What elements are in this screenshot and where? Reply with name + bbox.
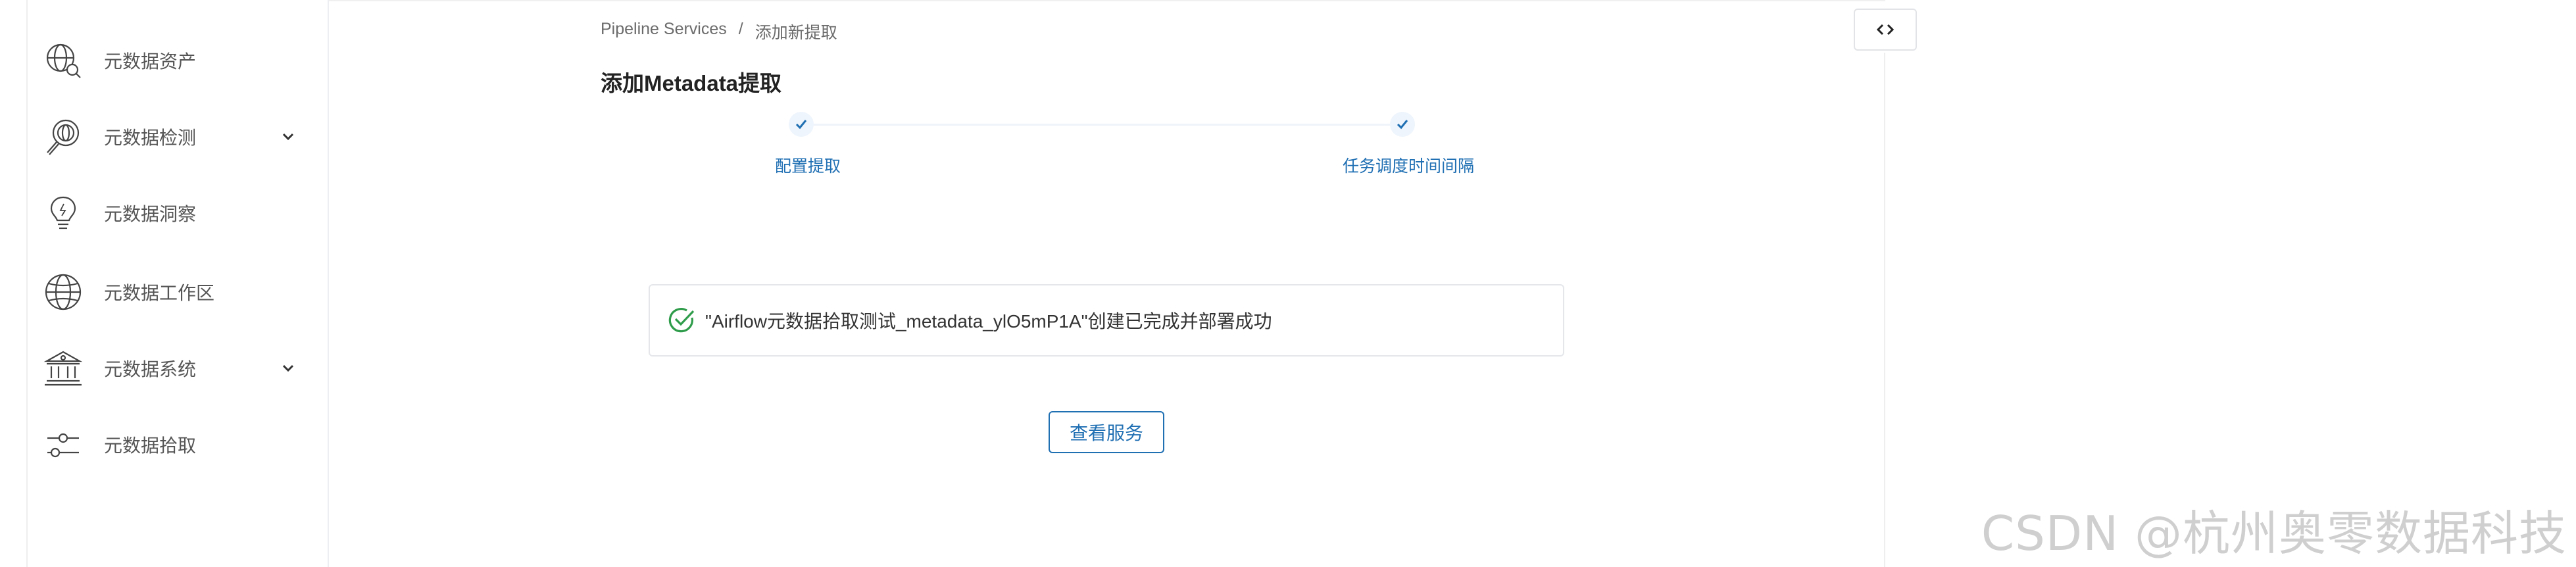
right-panel-divider (1884, 53, 1885, 567)
step-1-label: 配置提取 (775, 157, 841, 176)
step-2-label: 任务调度时间间隔 (1343, 157, 1475, 176)
sliders-icon (42, 424, 84, 466)
check-circle-icon (668, 308, 695, 333)
chevron-down-icon[interactable] (278, 126, 299, 147)
sidebar-item-label: 元数据检测 (104, 128, 197, 148)
sidebar-item-metadata-assets[interactable]: 元数据资产 (42, 34, 318, 87)
sidebar: 元数据资产 元数据检测 元数据洞察 元数据工作区 元数据系统 元数据拾取 (28, 0, 329, 567)
success-message: "Airflow元数据拾取测试_metadata_ylO5mP1A"创建已完成并… (705, 311, 1272, 332)
sidebar-item-label: 元数据拾取 (104, 435, 197, 456)
code-toggle-button[interactable] (1854, 9, 1917, 51)
magnifier-globe-icon (42, 116, 84, 158)
breadcrumb: Pipeline Services / 添加新提取 (601, 20, 837, 43)
stepper-connector (804, 124, 1402, 126)
top-divider (329, 0, 1885, 1)
bank-building-icon (42, 347, 84, 389)
breadcrumb-link-pipeline-services[interactable]: Pipeline Services (601, 20, 727, 43)
page-title: 添加Metadata提取 (601, 71, 782, 95)
step-1-check-icon (789, 112, 814, 137)
lightbulb-icon (42, 192, 84, 234)
code-icon (1876, 24, 1895, 36)
sidebar-item-metadata-insights[interactable]: 元数据洞察 (42, 187, 318, 239)
breadcrumb-current: 添加新提取 (755, 24, 837, 42)
sidebar-item-metadata-ingestion[interactable]: 元数据拾取 (42, 418, 318, 471)
sidebar-item-label: 元数据系统 (104, 359, 197, 380)
sidebar-item-metadata-detection[interactable]: 元数据检测 (42, 111, 318, 163)
sidebar-item-metadata-workspace[interactable]: 元数据工作区 (42, 266, 318, 318)
sidebar-item-metadata-system[interactable]: 元数据系统 (42, 342, 318, 395)
view-service-button[interactable]: 查看服务 (1049, 411, 1164, 453)
watermark: CSDN @杭州奥零数据科技 (1981, 506, 2567, 561)
success-message-box: "Airflow元数据拾取测试_metadata_ylO5mP1A"创建已完成并… (649, 284, 1564, 357)
breadcrumb-separator: / (738, 20, 743, 38)
sidebar-item-label: 元数据工作区 (104, 283, 215, 303)
globe-icon (42, 271, 84, 313)
step-2-check-icon (1390, 112, 1415, 137)
globe-search-icon (42, 39, 84, 82)
sidebar-item-label: 元数据资产 (104, 51, 197, 72)
sidebar-item-label: 元数据洞察 (104, 204, 197, 224)
chevron-down-icon[interactable] (278, 358, 299, 379)
